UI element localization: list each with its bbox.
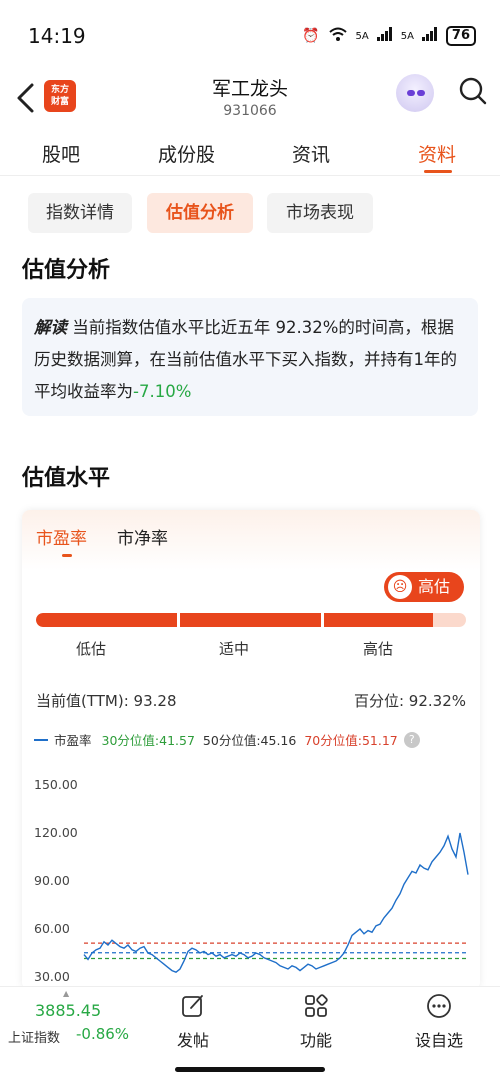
legend-series: 市盈率 [54, 733, 92, 748]
index-value[interactable]: 3885.45 [35, 1001, 101, 1020]
current-value-label: 当前值(TTM): [36, 692, 129, 710]
edit-icon [182, 995, 203, 1017]
index-change[interactable]: -0.86% [76, 1025, 129, 1043]
tab-active-indicator [424, 170, 452, 173]
search-icon [459, 77, 487, 105]
app-logo: 东方 财富 [44, 80, 76, 112]
subtab-index-detail[interactable]: 指数详情 [28, 193, 132, 233]
grid-icon [305, 994, 328, 1017]
valuation-level-fill [36, 613, 433, 627]
index-code: 931066 [223, 103, 277, 119]
add-watchlist-label: 设自选 [414, 1031, 463, 1050]
back-button[interactable] [12, 80, 40, 116]
badge-label: 高估 [418, 577, 451, 596]
signal-label-1: 5A [355, 30, 369, 42]
chart-legend: 市盈率 30分位值:41.57 50分位值:45.16 70分位值:51.17 … [34, 730, 420, 749]
avatar-eye-icon [407, 90, 415, 96]
search-button[interactable] [458, 76, 488, 106]
series-line [83, 832, 469, 974]
bottom-bar: ▲ 3885.45 上证指数 -0.86% 发帖 功能 设自选 [0, 986, 500, 1082]
percentile-number: 92.32% [408, 692, 466, 710]
status-icons: ⏰ 5A 5A 76 [302, 26, 476, 46]
bar-separator [177, 613, 180, 627]
tab-guba[interactable]: 股吧 [42, 140, 80, 167]
home-indicator [175, 1067, 325, 1072]
wifi-icon [328, 26, 348, 46]
interpretation-return: -7.10% [133, 382, 192, 401]
card-tab-indicator [62, 554, 72, 557]
signal-icon [376, 27, 393, 45]
level-label-mid: 适中 [219, 640, 250, 658]
post-label: 发帖 [176, 1031, 209, 1050]
battery-icon: 76 [445, 26, 476, 46]
card-tab-pe[interactable]: 市盈率 [36, 524, 87, 549]
sad-face-icon: ☹ [388, 575, 412, 599]
logo-text-2: 财富 [50, 97, 69, 107]
y-tick-label: 150.00 [34, 777, 78, 792]
bar-separator [321, 613, 324, 627]
more-icon [427, 994, 451, 1018]
percentile-label: 百分位: [353, 692, 405, 710]
post-button[interactable]: 发帖 [148, 993, 238, 1051]
status-bar: 14:19 ⏰ 5A 5A 76 [0, 0, 500, 70]
tab-constituents[interactable]: 成份股 [158, 140, 215, 167]
valuation-level-bar [36, 613, 466, 627]
y-tick-label: 120.00 [34, 825, 78, 840]
top-tabs: 股吧 成份股 资讯 资料 [0, 128, 500, 176]
interpretation-text: 当前指数估值水平比近五年 92.32%的时间高，根据历史数据测算，在当前估值水平… [34, 318, 457, 401]
y-tick-label: 30.00 [34, 969, 70, 984]
logo-text-1: 东方 [50, 85, 69, 95]
assistant-avatar[interactable] [396, 74, 434, 112]
index-name[interactable]: 上证指数 [8, 1027, 60, 1046]
interpretation-box: 解读 当前指数估值水平比近五年 92.32%的时间高，根据历史数据测算，在当前估… [22, 298, 478, 416]
page-title: 军工龙头 [211, 78, 288, 100]
percentile-value: 百分位: 92.32% [354, 690, 466, 711]
functions-label: 功能 [299, 1031, 332, 1050]
chevron-left-icon [17, 83, 34, 113]
help-icon[interactable]: ? [403, 731, 420, 748]
current-value-number: 93.28 [133, 692, 177, 710]
signal-icon [421, 27, 438, 45]
signal-label-2: 5A [400, 30, 414, 42]
valuation-title: 估值水平 [22, 466, 111, 491]
tab-profile[interactable]: 资料 [418, 140, 456, 167]
y-tick-label: 90.00 [34, 873, 70, 888]
status-time: 14:19 [28, 24, 86, 48]
title-block: 军工龙头 931066 [150, 74, 350, 119]
legend-p50: 50分位值:45.16 [202, 733, 297, 748]
valuation-badge: ☹ 高估 [384, 572, 464, 602]
alarm-icon: ⏰ [302, 28, 320, 44]
level-label-high: 高估 [363, 640, 394, 658]
legend-p30: 30分位值:41.57 [101, 733, 195, 748]
valuation-card: 市盈率 市净率 ☹ 高估 低估 适中 高估 当前值(TTM): 93.28 百分… [22, 510, 480, 990]
level-label-low: 低估 [76, 640, 107, 658]
current-value: 当前值(TTM): 93.28 [36, 690, 177, 711]
interpretation-tag: 解读 [34, 318, 67, 337]
card-tab-pb[interactable]: 市净率 [117, 524, 168, 549]
tab-news[interactable]: 资讯 [292, 140, 330, 167]
card-header [22, 510, 480, 570]
legend-p70: 70分位值:51.17 [304, 733, 398, 748]
functions-button[interactable]: 功能 [271, 993, 361, 1051]
add-watchlist-button[interactable]: 设自选 [394, 993, 484, 1051]
subtab-market[interactable]: 市场表现 [267, 193, 373, 233]
y-tick-label: 60.00 [34, 921, 70, 936]
legend-line-icon [34, 738, 48, 741]
caret-up-icon: ▲ [63, 989, 70, 998]
analysis-title: 估值分析 [22, 258, 111, 283]
pe-chart: 150.00 120.00 90.00 60.00 30.00 [34, 777, 469, 984]
header: 东方 财富 军工龙头 931066 [0, 70, 500, 126]
subtab-valuation[interactable]: 估值分析 [147, 193, 253, 233]
avatar-eye-icon [417, 90, 425, 96]
